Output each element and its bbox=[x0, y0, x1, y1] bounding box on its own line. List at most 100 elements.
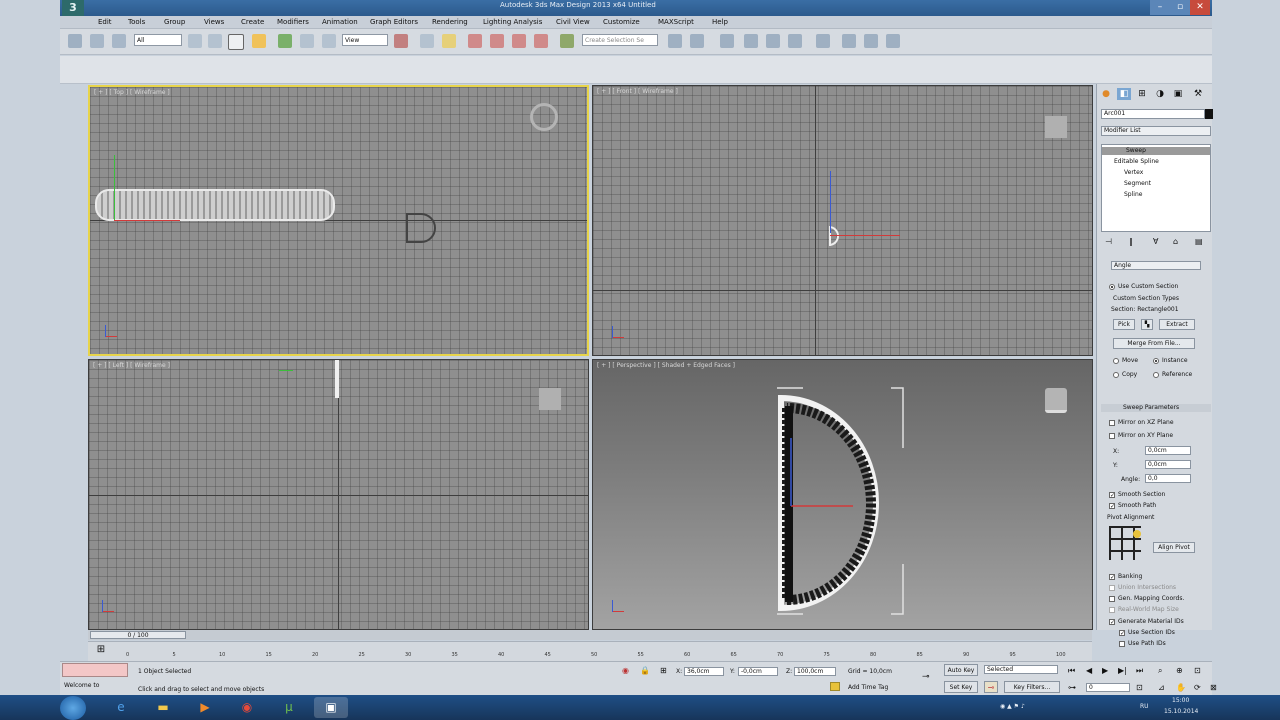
go-to-start-icon[interactable]: ⏮ bbox=[1068, 666, 1075, 676]
utorrent-icon[interactable]: µ bbox=[272, 697, 306, 718]
viewport-label[interactable]: [ + ] [ Perspective ] [ Shaded + Edged F… bbox=[597, 362, 735, 369]
layer-manager-icon[interactable] bbox=[720, 34, 734, 48]
3ds-max-taskbar-icon[interactable]: ▣ bbox=[314, 697, 348, 718]
viewport-label[interactable]: [ + ] [ Top ] [ Wireframe ] bbox=[94, 89, 170, 96]
menu-group[interactable]: Group bbox=[164, 18, 185, 26]
rendered-frame-window-icon[interactable] bbox=[864, 34, 878, 48]
select-object-icon[interactable] bbox=[188, 34, 202, 48]
merge-from-file-button[interactable]: Merge From File... bbox=[1113, 338, 1195, 349]
display-tab-icon[interactable]: ▣ bbox=[1171, 88, 1185, 100]
union-intersections-checkbox[interactable] bbox=[1109, 585, 1115, 591]
absolute-mode-icon[interactable]: ⊞ bbox=[660, 666, 667, 675]
viewport-top[interactable]: [ + ] [ Top ] [ Wireframe ] bbox=[88, 85, 589, 356]
pin-stack-icon[interactable]: ⊣ bbox=[1105, 237, 1112, 246]
link-icon[interactable] bbox=[68, 34, 82, 48]
maximize-viewport-icon[interactable]: ⊠ bbox=[1210, 683, 1217, 692]
viewcube-icon[interactable] bbox=[1045, 116, 1067, 138]
extract-button[interactable]: Extract bbox=[1159, 319, 1195, 330]
angle-field[interactable]: 0,0 bbox=[1145, 474, 1191, 483]
auto-key-button[interactable]: Auto Key bbox=[944, 664, 978, 676]
stack-item-sweep[interactable]: Sweep bbox=[1126, 147, 1146, 154]
maximize-icon[interactable]: ▫ bbox=[1170, 0, 1190, 15]
viewport-perspective[interactable]: [ + ] [ Perspective ] [ Shaded + Edged F… bbox=[592, 359, 1093, 630]
time-tag-icon[interactable] bbox=[830, 682, 840, 691]
pick-button[interactable]: Pick bbox=[1113, 319, 1135, 330]
selection-set-dropdown[interactable]: Selected bbox=[984, 665, 1058, 674]
menu-civil-view[interactable]: Civil View bbox=[556, 18, 590, 26]
generate-material-ids-checkbox[interactable]: ✓ bbox=[1109, 619, 1115, 626]
field-of-view-icon[interactable]: ⊿ bbox=[1158, 683, 1165, 692]
tray-icons[interactable]: ◉ ▲ ⚑ ♪ bbox=[1000, 703, 1025, 710]
set-key-icon[interactable]: ⊸ bbox=[984, 681, 998, 693]
close-icon[interactable]: ✕ bbox=[1190, 0, 1210, 15]
track-bar[interactable] bbox=[88, 641, 1092, 661]
clock-time[interactable]: 15:00 bbox=[1172, 697, 1189, 704]
start-button-icon[interactable] bbox=[60, 696, 86, 720]
current-frame-field[interactable]: 0 bbox=[1086, 683, 1130, 692]
viewport-label[interactable]: [ + ] [ Front ] [ Wireframe ] bbox=[597, 88, 678, 95]
bind-space-warp-icon[interactable] bbox=[112, 34, 126, 48]
create-tab-icon[interactable]: ● bbox=[1099, 88, 1113, 100]
schematic-view-icon[interactable] bbox=[788, 34, 802, 48]
lock-selection-icon[interactable]: 🔒 bbox=[640, 666, 650, 675]
copy-radio[interactable] bbox=[1113, 372, 1119, 378]
material-editor-icon[interactable] bbox=[816, 34, 830, 48]
percent-snap-icon[interactable] bbox=[512, 34, 526, 48]
menu-graph-editors[interactable]: Graph Editors bbox=[370, 18, 418, 26]
align-pivot-button[interactable]: Align Pivot bbox=[1153, 542, 1195, 553]
reference-radio[interactable] bbox=[1153, 372, 1159, 378]
pick-shape-icon[interactable]: ▚ bbox=[1141, 319, 1153, 330]
sweep-half-disk-object[interactable] bbox=[763, 378, 923, 618]
menu-modifiers[interactable]: Modifiers bbox=[277, 18, 309, 26]
menu-customize[interactable]: Customize bbox=[603, 18, 640, 26]
key-filters-button[interactable]: Key Filters... bbox=[1004, 681, 1060, 693]
stack-item-editable-spline[interactable]: Editable Spline bbox=[1114, 158, 1159, 165]
named-selection-dropdown[interactable]: Create Selection Se bbox=[582, 34, 658, 46]
viewcube-icon[interactable] bbox=[530, 103, 558, 131]
move-radio[interactable] bbox=[1113, 358, 1119, 364]
snaps-toggle-icon[interactable] bbox=[468, 34, 482, 48]
pivot-point-center-icon[interactable] bbox=[394, 34, 408, 48]
smooth-section-checkbox[interactable]: ✓ bbox=[1109, 492, 1115, 499]
app-logo-icon[interactable]: 3 bbox=[62, 0, 84, 16]
edit-named-selection-icon[interactable] bbox=[560, 34, 574, 48]
orbit-icon[interactable]: ⟳ bbox=[1194, 683, 1201, 692]
configure-modifier-sets-icon[interactable]: ▤ bbox=[1195, 237, 1203, 246]
show-end-result-icon[interactable]: ‖ bbox=[1129, 237, 1133, 246]
media-player-icon[interactable]: ▶ bbox=[188, 697, 222, 718]
spinner-snap-icon[interactable] bbox=[534, 34, 548, 48]
zoom-icon[interactable]: ⌕ bbox=[1158, 666, 1162, 676]
remove-modifier-icon[interactable]: ⌂ bbox=[1173, 237, 1178, 246]
x-offset-field[interactable]: 0,0cm bbox=[1145, 446, 1191, 455]
minimize-icon[interactable]: – bbox=[1150, 0, 1170, 15]
reference-coordinate-dropdown[interactable]: View bbox=[342, 34, 388, 46]
keyboard-shortcut-override-icon[interactable] bbox=[442, 34, 456, 48]
make-unique-icon[interactable]: ∀ bbox=[1153, 237, 1158, 246]
window-crossing-icon[interactable] bbox=[252, 34, 266, 48]
use-section-ids-checkbox[interactable]: ✓ bbox=[1119, 630, 1125, 637]
z-coord-field[interactable]: 100,0cm bbox=[794, 667, 836, 676]
viewport-left[interactable]: [ + ] [ Left ] [ Wireframe ] bbox=[88, 359, 589, 630]
language-indicator[interactable]: RU bbox=[1140, 703, 1149, 710]
zoom-extents-icon[interactable]: ⊡ bbox=[1194, 666, 1201, 675]
menu-edit[interactable]: Edit bbox=[98, 18, 112, 26]
select-manipulate-icon[interactable] bbox=[420, 34, 434, 48]
viewcube-icon[interactable] bbox=[1045, 388, 1067, 413]
stack-item-spline[interactable]: Spline bbox=[1124, 191, 1142, 198]
internet-explorer-icon[interactable]: e bbox=[104, 697, 138, 718]
zoom-all-icon[interactable]: ⊕ bbox=[1176, 666, 1183, 675]
mirror-xz-checkbox[interactable] bbox=[1109, 420, 1115, 426]
chrome-icon[interactable]: ◉ bbox=[230, 697, 264, 718]
y-offset-field[interactable]: 0,0cm bbox=[1145, 460, 1191, 469]
menu-maxscript[interactable]: MAXScript bbox=[658, 18, 694, 26]
add-time-tag-text[interactable]: Add Time Tag bbox=[848, 684, 888, 691]
builtin-section-dropdown[interactable]: Angle bbox=[1111, 261, 1201, 270]
select-by-name-icon[interactable] bbox=[208, 34, 222, 48]
object-color-swatch[interactable] bbox=[1205, 109, 1213, 119]
maxscript-listener-field[interactable] bbox=[62, 663, 128, 677]
select-and-scale-icon[interactable] bbox=[322, 34, 336, 48]
file-explorer-icon[interactable]: ▬ bbox=[146, 697, 180, 718]
modify-tab-icon[interactable]: ◧ bbox=[1117, 88, 1131, 100]
next-frame-icon[interactable]: ▶| bbox=[1118, 666, 1127, 675]
use-path-ids-checkbox[interactable] bbox=[1119, 641, 1125, 647]
